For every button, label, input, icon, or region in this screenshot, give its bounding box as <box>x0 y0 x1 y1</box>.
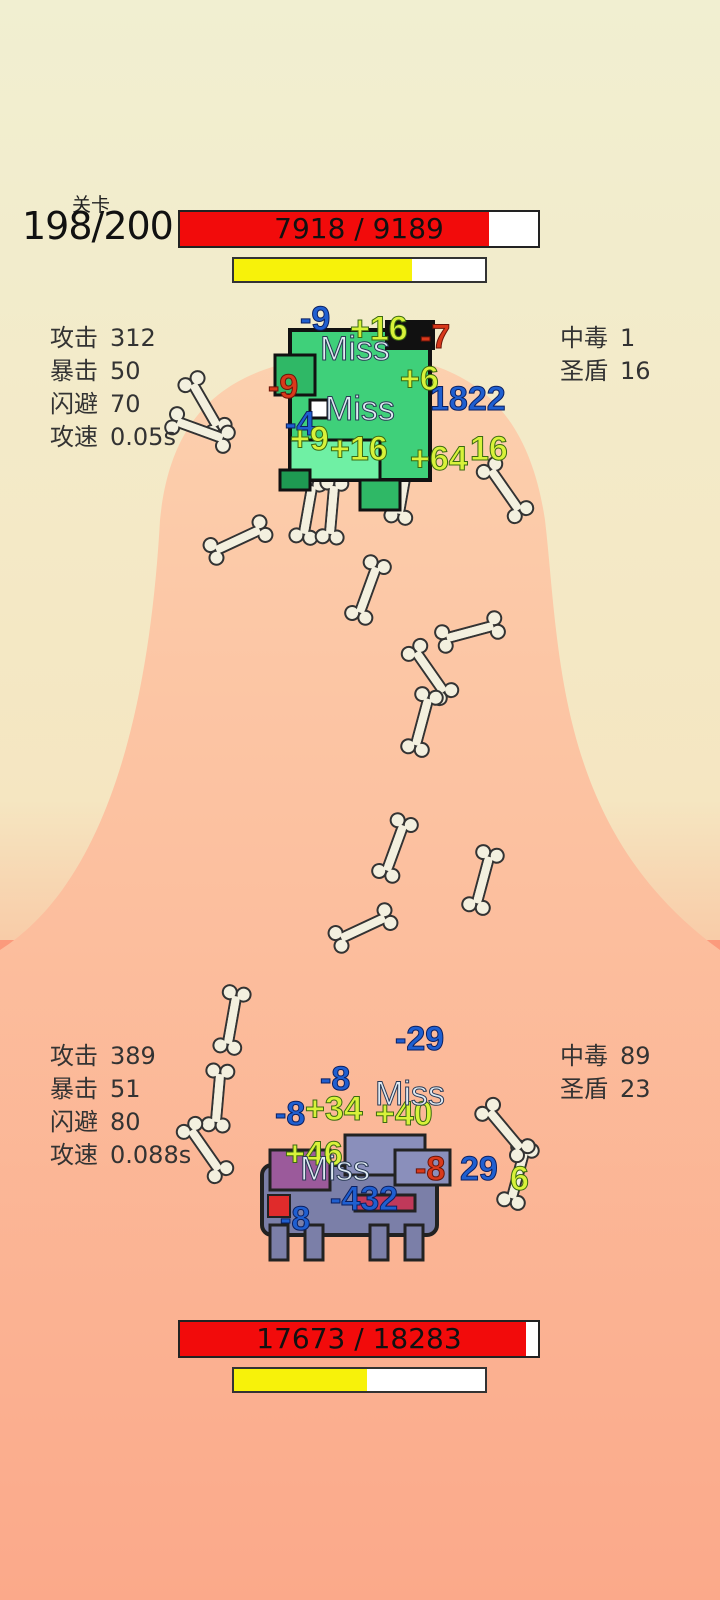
enemy-damage-number: -9 <box>267 368 299 407</box>
player-stat-value: 389 <box>110 1042 156 1070</box>
enemy-stats-right: 中毒 1 圣盾 16 <box>560 322 651 388</box>
player-hp-text: 17673 / 18283 <box>256 1322 462 1355</box>
enemy-damage-number: +9 <box>290 420 330 459</box>
player-stat-value: 23 <box>620 1075 651 1103</box>
enemy-stat-row: 闪避 70 <box>50 388 176 421</box>
player-stat-name: 圣盾 <box>560 1075 608 1103</box>
player-damage-number: Miss <box>375 1075 446 1114</box>
enemy-damage-number: Miss <box>325 390 396 429</box>
enemy-stat-name: 中毒 <box>560 324 608 352</box>
player-stat-row: 闪避 80 <box>50 1106 191 1139</box>
player-damage-number: -8 <box>279 1200 311 1239</box>
player-damage-number: 29 <box>460 1150 499 1189</box>
enemy-energy-bar <box>232 257 487 283</box>
enemy-stat-value: 50 <box>110 357 141 385</box>
player-stat-value: 80 <box>110 1108 141 1136</box>
player-stat-row: 攻击 389 <box>50 1040 191 1073</box>
enemy-stat-value: 70 <box>110 390 141 418</box>
enemy-damage-number: -7 <box>419 318 451 357</box>
player-stat-name: 闪避 <box>50 1108 98 1136</box>
enemy-damage-number: +16 <box>330 430 389 469</box>
enemy-stat-name: 闪避 <box>50 390 98 418</box>
player-stats-right: 中毒 89 圣盾 23 <box>560 1040 651 1106</box>
player-stat-row: 暴击 51 <box>50 1073 191 1106</box>
player-damage-number: -432 <box>329 1180 399 1219</box>
enemy-stat-row: 圣盾 16 <box>560 355 651 388</box>
enemy-damage-number: 1822 <box>430 380 507 419</box>
enemy-stat-row: 攻击 312 <box>50 322 176 355</box>
player-hp-bar: 17673 / 18283 <box>178 1320 540 1358</box>
enemy-stat-value: 312 <box>110 324 156 352</box>
player-stat-row: 中毒 89 <box>560 1040 651 1073</box>
player-stat-value: 0.088s <box>110 1141 192 1169</box>
player-stat-value: 51 <box>110 1075 141 1103</box>
player-stat-name: 攻速 <box>50 1141 98 1169</box>
enemy-damage-number: 16 <box>470 430 509 469</box>
player-damage-number: -8 <box>274 1095 306 1134</box>
player-damage-number: 6 <box>510 1160 530 1199</box>
enemy-stat-value: 0.05s <box>110 423 176 451</box>
player-stat-name: 中毒 <box>560 1042 608 1070</box>
enemy-hp-text: 7918 / 9189 <box>274 212 444 245</box>
enemy-stat-row: 暴击 50 <box>50 355 176 388</box>
enemy-damage-number: Miss <box>320 330 391 369</box>
enemy-stat-name: 攻速 <box>50 423 98 451</box>
enemy-damage-number: +64 <box>410 440 469 479</box>
player-stat-row: 圣盾 23 <box>560 1073 651 1106</box>
enemy-stat-row: 中毒 1 <box>560 322 651 355</box>
player-stat-name: 暴击 <box>50 1075 98 1103</box>
player-damage-number: -8 <box>414 1150 446 1189</box>
stage-counter: 198/200 <box>22 204 174 248</box>
enemy-energy-fill <box>234 259 413 281</box>
player-stats-left: 攻击 389 暴击 51 闪避 80 攻速 0.088s <box>50 1040 191 1172</box>
player-stat-value: 89 <box>620 1042 651 1070</box>
enemy-stats-left: 攻击 312 暴击 50 闪避 70 攻速 0.05s <box>50 322 176 454</box>
player-damage-number: +34 <box>305 1090 364 1129</box>
player-energy-fill <box>234 1369 368 1391</box>
player-damage-number: -29 <box>394 1020 445 1059</box>
player-stat-row: 攻速 0.088s <box>50 1139 191 1172</box>
enemy-hp-bar: 7918 / 9189 <box>178 210 540 248</box>
player-energy-bar <box>232 1367 487 1393</box>
enemy-stat-name: 圣盾 <box>560 357 608 385</box>
enemy-stat-row: 攻速 0.05s <box>50 421 176 454</box>
player-stat-name: 攻击 <box>50 1042 98 1070</box>
enemy-stat-name: 暴击 <box>50 357 98 385</box>
enemy-stat-value: 1 <box>620 324 636 352</box>
enemy-stat-value: 16 <box>620 357 651 385</box>
enemy-stat-name: 攻击 <box>50 324 98 352</box>
